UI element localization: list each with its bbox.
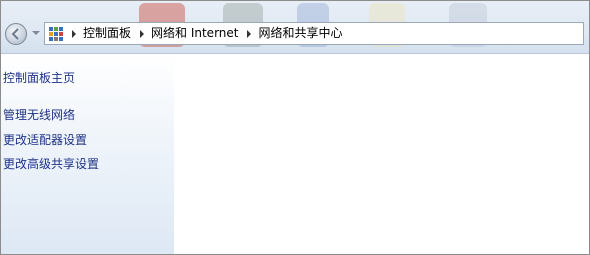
breadcrumb-separator-icon[interactable]	[140, 29, 145, 38]
back-button[interactable]	[5, 23, 27, 45]
explorer-window: 控制面板 网络和 Internet 网络和共享中心 控制面板主页 管理无线网络 …	[0, 0, 590, 255]
left-task-pane: 控制面板主页 管理无线网络 更改适配器设置 更改高级共享设置	[1, 54, 174, 254]
change-adapter-settings-link[interactable]: 更改适配器设置	[3, 131, 87, 148]
back-arrow-icon	[11, 28, 19, 40]
change-advanced-sharing-link[interactable]: 更改高级共享设置	[3, 155, 99, 172]
nav-buttons	[3, 20, 45, 50]
breadcrumb-network-internet[interactable]: 网络和 Internet	[151, 23, 238, 44]
breadcrumb-network-sharing-center[interactable]: 网络和共享中心	[258, 23, 342, 44]
main-content-area	[174, 54, 589, 254]
control-panel-icon	[48, 26, 64, 42]
address-breadcrumb[interactable]: 控制面板 网络和 Internet 网络和共享中心	[44, 22, 584, 45]
breadcrumb-separator-icon[interactable]	[247, 29, 252, 38]
breadcrumb-separator-icon[interactable]	[72, 29, 76, 38]
breadcrumb-control-panel[interactable]: 控制面板	[83, 23, 131, 44]
navigation-bar: 控制面板 网络和 Internet 网络和共享中心	[1, 1, 589, 54]
recent-pages-dropdown-icon[interactable]	[32, 31, 40, 35]
manage-wireless-networks-link[interactable]: 管理无线网络	[3, 106, 75, 123]
control-panel-home-link[interactable]: 控制面板主页	[3, 69, 75, 86]
